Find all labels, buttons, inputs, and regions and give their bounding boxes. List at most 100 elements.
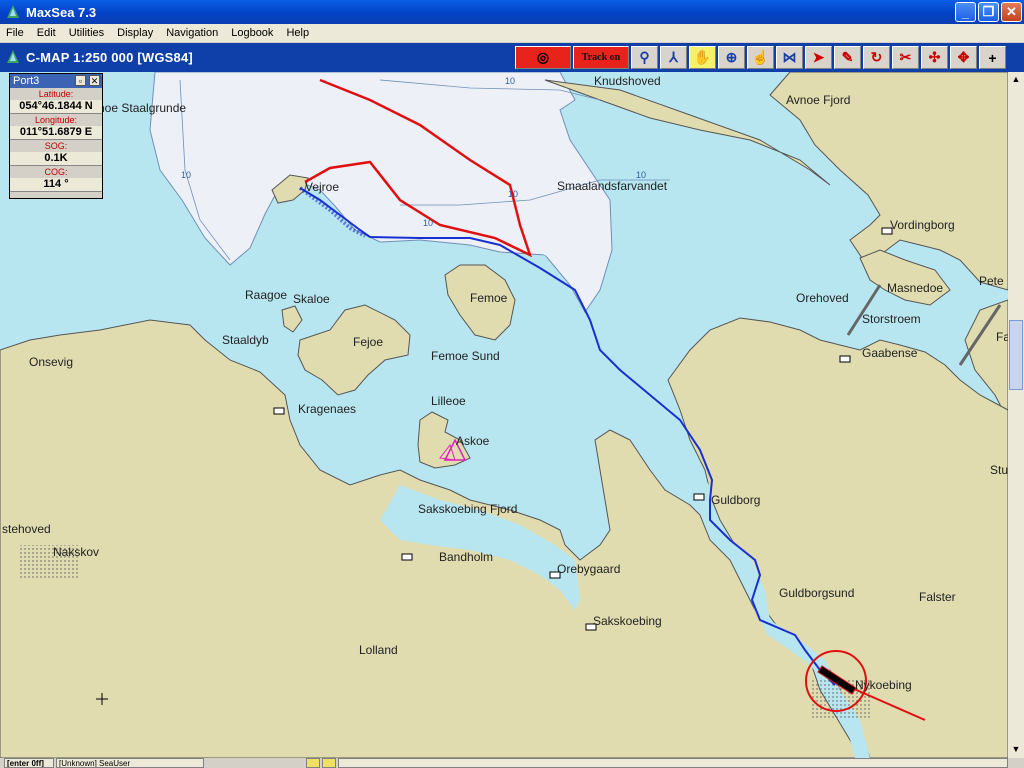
menu-edit[interactable]: Edit — [31, 27, 63, 39]
rotate-tool-button[interactable]: ↻ — [863, 46, 890, 69]
zoom-tool-button[interactable]: ⚲ — [631, 46, 658, 69]
mark-icon: ✣ — [928, 49, 941, 65]
depth-label: 10 — [505, 76, 516, 86]
info-panel-title: Port3 — [13, 75, 40, 87]
move-arrows-icon: ✥ — [957, 49, 970, 65]
center-tool-button[interactable]: ⊕ — [718, 46, 745, 69]
scroll-up-arrow-icon[interactable]: ▲ — [1010, 74, 1022, 86]
status-mode: [enter 0ff] — [4, 758, 54, 768]
label-fejoe: Fejoe — [353, 335, 384, 349]
label-stu: Stu — [990, 463, 1008, 477]
sog-value: 0.1K — [10, 152, 102, 166]
status-indicator-icon — [322, 758, 336, 768]
menu-bar: File Edit Utilities Display Navigation L… — [0, 24, 1024, 42]
move-tool-button[interactable]: ✥ — [950, 46, 977, 69]
select-tool-button[interactable]: ➤ — [805, 46, 832, 69]
depth-label: 10 — [181, 170, 192, 180]
menu-help[interactable]: Help — [280, 27, 316, 39]
label-nykoebing: Nykoebing — [855, 678, 912, 692]
label-guldborg: Guldborg — [711, 493, 761, 507]
label-bandholm: Bandholm — [439, 550, 494, 564]
label-pete: Pete — [979, 274, 1004, 288]
label-staaldyb: Staaldyb — [222, 333, 269, 347]
label-staalgrunde: noe Staalgrunde — [98, 101, 187, 115]
menu-file[interactable]: File — [0, 27, 31, 39]
chart-window-icon — [7, 50, 19, 63]
grab-tool-button[interactable]: ☝ — [747, 46, 774, 69]
chart-title: C-MAP 1:250 000 [WGS84] — [26, 50, 193, 65]
vertical-scrollbar[interactable]: ▲ ▼ — [1008, 72, 1024, 758]
menu-utilities[interactable]: Utilities — [63, 27, 111, 39]
label-avnoe-fjord: Avnoe Fjord — [786, 93, 851, 107]
record-icon: ◎ — [536, 49, 550, 65]
window-title: MaxSea 7.3 — [26, 4, 97, 20]
compass-tool-button[interactable]: ⅄ — [660, 46, 687, 69]
title-bar: MaxSea 7.3 _ ❐ ✕ — [0, 0, 1024, 24]
label-knudshoved: Knudshoved — [594, 74, 661, 88]
longitude-value: 011°51.6879 E — [10, 126, 102, 140]
minimize-button[interactable]: _ — [955, 2, 976, 22]
label-onsevig: Onsevig — [29, 355, 74, 369]
depth-label: 10 — [508, 189, 519, 199]
label-fa: Fa — [996, 330, 1008, 344]
label-askoe: Askoe — [456, 434, 490, 448]
scissors-tool-button[interactable]: ✂ — [892, 46, 919, 69]
label-stehoved: stehoved — [2, 522, 51, 536]
grab-hand-icon: ☝ — [751, 49, 770, 65]
info-panel-restore-button[interactable]: ▫ — [75, 75, 86, 86]
magnifier-icon: ⚲ — [639, 49, 650, 65]
position-info-panel: Port3 ▫ ✕ Latitude: 054°46.1844 N Longit… — [9, 73, 103, 199]
track-on-button[interactable]: Track on — [573, 46, 629, 69]
mark-tool-button[interactable]: ✣ — [921, 46, 948, 69]
sog-label: SOG: — [44, 141, 68, 151]
label-vejroe: Vejroe — [305, 180, 340, 194]
compass-icon: ⅄ — [669, 49, 678, 65]
route-tool-button[interactable]: ⋈ — [776, 46, 803, 69]
cog-value: 114 ° — [10, 178, 102, 192]
latitude-value: 054°46.1844 N — [10, 100, 102, 114]
scroll-down-arrow-icon[interactable]: ▼ — [1010, 744, 1022, 756]
chart-window-bar: C-MAP 1:250 000 [WGS84] ◎ Track on ⚲ ⅄ ✋… — [0, 43, 1024, 72]
pencil-tool-button[interactable]: ✎ — [834, 46, 861, 69]
record-button[interactable]: ◎ — [515, 46, 571, 69]
crosshair-icon: ⊕ — [725, 49, 738, 65]
pan-tool-button[interactable]: ✋ — [689, 46, 716, 69]
route-icon: ⋈ — [782, 49, 797, 65]
nautical-chart[interactable]: Knudshoved Avnoe Fjord noe Staalgrunde S… — [0, 72, 1008, 758]
info-panel-header: Port3 ▫ ✕ — [10, 74, 102, 88]
label-storstroem: Storstroem — [862, 312, 921, 326]
info-panel-close-button[interactable]: ✕ — [89, 75, 100, 86]
close-button[interactable]: ✕ — [1001, 2, 1022, 22]
status-bar: [enter 0ff] [Unknown] SeaUser — [0, 758, 1024, 768]
label-raagoe: Raagoe — [245, 288, 288, 302]
chart-toolbar: ◎ Track on ⚲ ⅄ ✋ ⊕ ☝ ⋈ ➤ ✎ ↻ ✂ ✣ ✥ + — [515, 43, 1008, 72]
label-orehoved: Orehoved — [796, 291, 849, 305]
depth-label: 10 — [423, 218, 434, 228]
label-kragenaes: Kragenaes — [298, 402, 357, 416]
scissors-icon: ✂ — [899, 49, 912, 65]
longitude-label: Longitude: — [34, 115, 78, 125]
maximize-button[interactable]: ❐ — [978, 2, 999, 22]
cog-label: COG: — [44, 167, 68, 177]
menu-display[interactable]: Display — [111, 27, 160, 39]
label-femoe-sund: Femoe Sund — [431, 349, 500, 363]
menu-navigation[interactable]: Navigation — [160, 27, 225, 39]
add-tool-button[interactable]: + — [979, 46, 1006, 69]
status-indicator-icon — [306, 758, 320, 768]
label-falster: Falster — [919, 590, 956, 604]
rotate-icon: ↻ — [870, 49, 883, 65]
label-gaabense: Gaabense — [862, 346, 918, 360]
latitude-label: Latitude: — [38, 89, 74, 99]
pencil-icon: ✎ — [841, 49, 854, 65]
scrollbar-thumb[interactable] — [1009, 320, 1023, 390]
label-guldborgsund: Guldborgsund — [779, 586, 855, 600]
label-skaloe: Skaloe — [293, 292, 330, 306]
label-orebygaard: Orebygaard — [557, 562, 621, 576]
plus-icon: + — [988, 49, 997, 66]
label-vordingborg: Vordingborg — [890, 218, 955, 232]
menu-logbook[interactable]: Logbook — [225, 27, 280, 39]
label-lolland: Lolland — [359, 643, 398, 657]
horizontal-scrollbar[interactable] — [338, 758, 1008, 768]
label-femoe: Femoe — [470, 291, 508, 305]
label-nakskov: Nakskov — [53, 545, 100, 559]
